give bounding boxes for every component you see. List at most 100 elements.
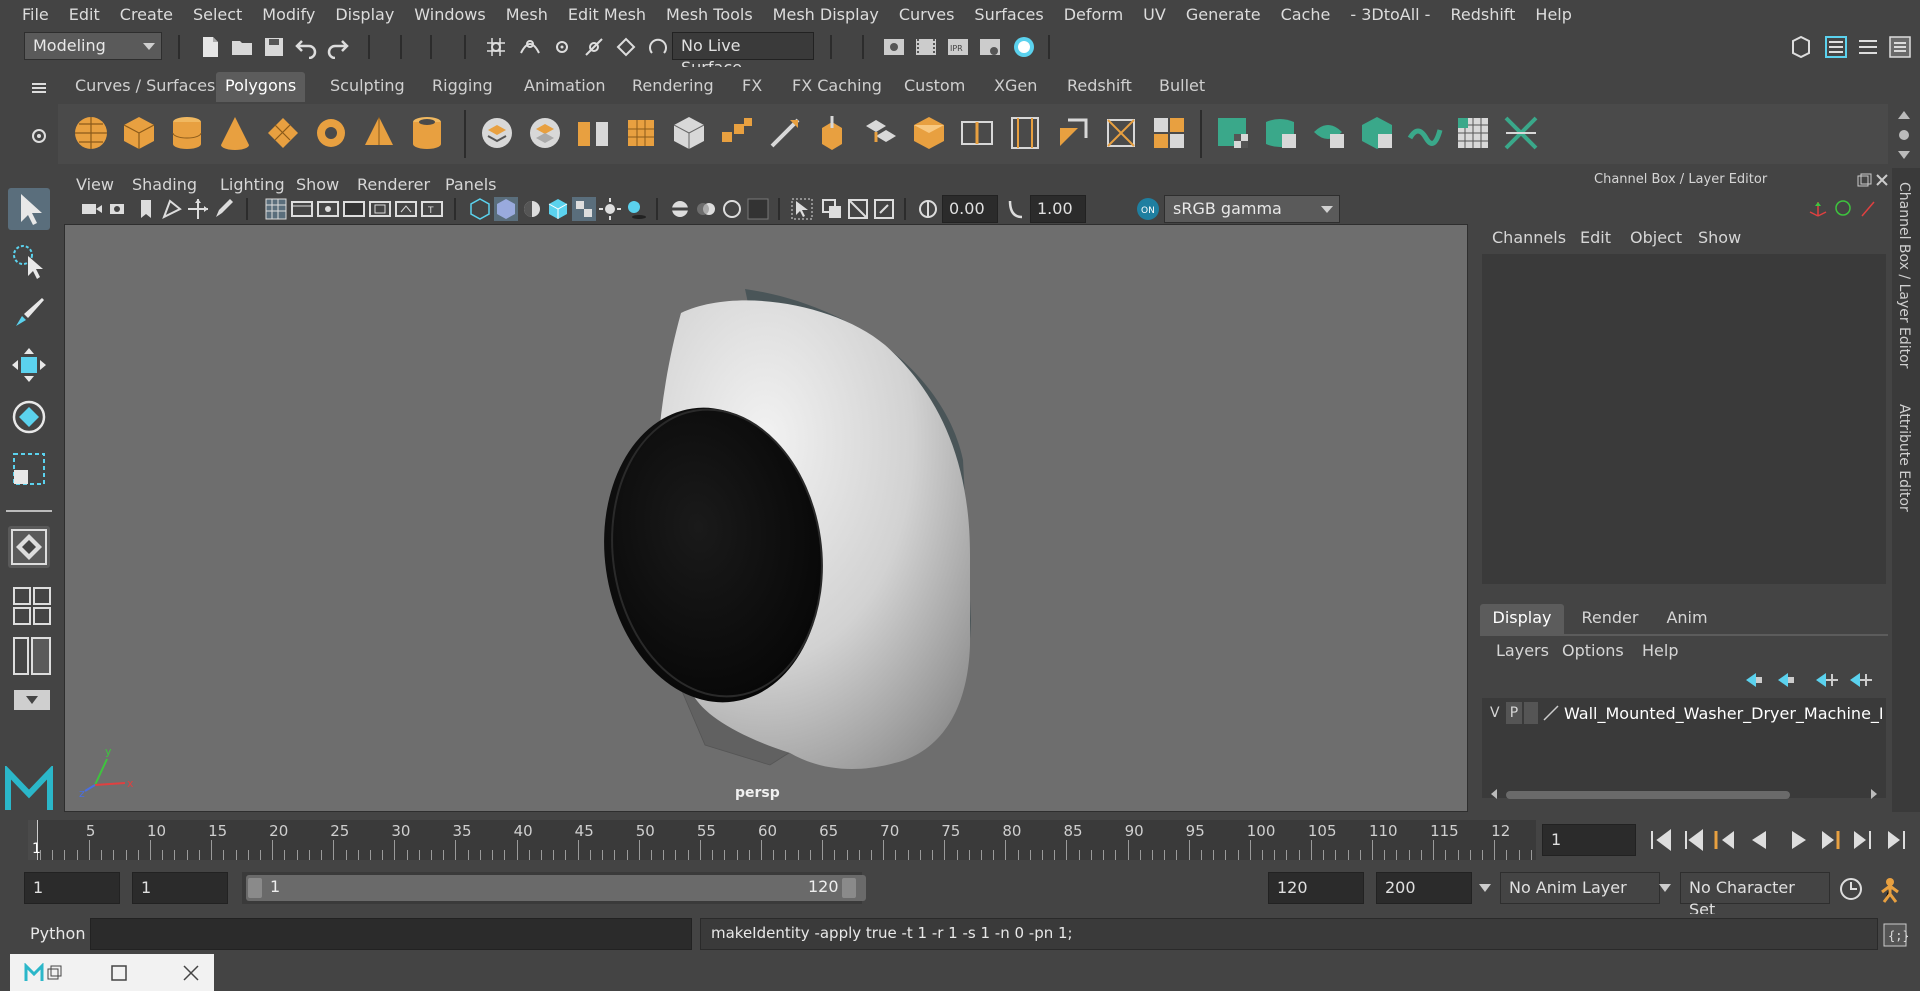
shelf-menu-icon[interactable] bbox=[30, 79, 48, 97]
ipr-render-icon[interactable]: IPR bbox=[946, 35, 970, 59]
chevron-down-icon[interactable] bbox=[1478, 882, 1492, 894]
insert-edge-loop-icon[interactable] bbox=[958, 114, 996, 152]
step-forward-key-icon[interactable] bbox=[1822, 831, 1840, 849]
depth-of-field-icon[interactable] bbox=[746, 197, 770, 221]
step-forward-icon[interactable] bbox=[1854, 831, 1871, 849]
menu-edit[interactable]: Edit bbox=[59, 5, 110, 24]
render-settings-icon[interactable] bbox=[978, 35, 1002, 59]
mirror-icon[interactable] bbox=[574, 114, 612, 152]
unfold-uv-icon[interactable] bbox=[1406, 114, 1444, 152]
smooth-shade-icon[interactable] bbox=[494, 197, 518, 221]
move-tool[interactable] bbox=[8, 344, 50, 386]
resolution-gate-icon[interactable] bbox=[316, 197, 340, 221]
viewport-menu-panels[interactable]: Panels bbox=[445, 175, 497, 194]
play-backwards-icon[interactable] bbox=[1752, 831, 1766, 849]
target-weld-icon[interactable] bbox=[1102, 114, 1140, 152]
bookmark-icon[interactable] bbox=[134, 197, 158, 221]
undo-icon[interactable] bbox=[294, 35, 318, 59]
bridge-icon[interactable] bbox=[862, 114, 900, 152]
view-transform-dropdown[interactable]: sRGB gamma bbox=[1164, 195, 1340, 223]
layer-playback-toggle[interactable]: P bbox=[1506, 702, 1522, 724]
channels-menu[interactable]: Channels bbox=[1492, 228, 1566, 247]
anti-aliasing-icon[interactable] bbox=[720, 197, 744, 221]
poly-plane-icon[interactable] bbox=[264, 114, 302, 152]
chevron-down-icon[interactable] bbox=[1658, 882, 1672, 894]
combine-icon[interactable] bbox=[478, 114, 516, 152]
isolate-select-icon[interactable] bbox=[790, 197, 814, 221]
shelf-tab-redshift[interactable]: Redshift bbox=[1058, 72, 1141, 102]
anim-layer-dropdown[interactable]: No Anim Layer bbox=[1500, 872, 1660, 904]
scroll-left-icon[interactable] bbox=[1488, 788, 1500, 800]
menu-uv[interactable]: UV bbox=[1133, 5, 1176, 24]
menu-display[interactable]: Display bbox=[325, 5, 404, 24]
ambient-occlusion-icon[interactable] bbox=[668, 197, 692, 221]
open-scene-icon[interactable] bbox=[230, 35, 254, 59]
color-management-toggle-icon[interactable]: ON bbox=[1136, 197, 1160, 221]
menu-curves[interactable]: Curves bbox=[889, 5, 965, 24]
menu-mesh[interactable]: Mesh bbox=[496, 5, 558, 24]
shelf-tab-sculpting[interactable]: Sculpting bbox=[321, 72, 414, 102]
poly-pipe-icon[interactable] bbox=[408, 114, 446, 152]
gamma-field[interactable]: 1.00 bbox=[1030, 195, 1086, 223]
play-forwards-icon[interactable] bbox=[1792, 831, 1806, 849]
menu-set-dropdown[interactable]: Modeling bbox=[24, 32, 162, 60]
end-time-field[interactable]: 200 bbox=[1376, 872, 1472, 904]
separate-icon[interactable] bbox=[526, 114, 564, 152]
make-live-icon[interactable] bbox=[646, 35, 670, 59]
hypershade-icon[interactable] bbox=[1012, 35, 1036, 59]
scale-tool[interactable] bbox=[8, 448, 50, 490]
viewport-menu-lighting[interactable]: Lighting bbox=[220, 175, 285, 194]
shelf-options-icon[interactable] bbox=[1896, 127, 1912, 143]
scroll-right-icon[interactable] bbox=[1868, 788, 1880, 800]
layer-help-menu[interactable]: Help bbox=[1642, 641, 1678, 660]
layer-options-menu[interactable]: Options bbox=[1562, 641, 1624, 660]
viewport-menu-show[interactable]: Show bbox=[296, 175, 339, 194]
restore-window-icon[interactable] bbox=[46, 964, 64, 982]
wireframe-on-shaded-icon[interactable] bbox=[546, 197, 570, 221]
poly-pyramid-icon[interactable] bbox=[360, 114, 398, 152]
layer-row[interactable]: V P Wall_Mounted_Washer_Dryer_Machine_Da bbox=[1482, 702, 1886, 728]
command-input[interactable] bbox=[90, 918, 692, 950]
2d-pan-zoom-icon[interactable] bbox=[186, 197, 210, 221]
menu-help[interactable]: Help bbox=[1525, 5, 1581, 24]
range-slider-handle[interactable] bbox=[246, 875, 866, 901]
grease-pencil-icon[interactable] bbox=[212, 197, 236, 221]
toggle-tool-settings-icon[interactable] bbox=[1856, 35, 1880, 59]
auto-key-icon[interactable] bbox=[1838, 876, 1864, 902]
snap-projected-icon[interactable] bbox=[582, 35, 606, 59]
toggle-channel-box-icon[interactable] bbox=[1888, 35, 1912, 59]
shelf-tab-curves-surfaces[interactable]: Curves / Surfaces bbox=[66, 72, 224, 102]
viewport-menu-renderer[interactable]: Renderer bbox=[357, 175, 430, 194]
menu-mesh-display[interactable]: Mesh Display bbox=[763, 5, 889, 24]
menu-mesh-tools[interactable]: Mesh Tools bbox=[656, 5, 763, 24]
camera-attributes-icon[interactable] bbox=[108, 197, 132, 221]
start-time-field[interactable]: 1 bbox=[24, 872, 120, 904]
channel-edit-menu[interactable]: Edit bbox=[1580, 228, 1611, 247]
gate-mask-icon[interactable] bbox=[342, 197, 366, 221]
range-slider-right-grip[interactable] bbox=[842, 878, 856, 898]
playback-start-field[interactable]: 1 bbox=[132, 872, 228, 904]
layer-tab-render[interactable]: Render bbox=[1572, 604, 1648, 634]
menu-deform[interactable]: Deform bbox=[1054, 5, 1133, 24]
film-gate-icon[interactable] bbox=[290, 197, 314, 221]
paint-select-tool[interactable] bbox=[8, 292, 50, 334]
safe-title-icon[interactable]: T bbox=[420, 197, 444, 221]
range-slider-left-grip[interactable] bbox=[248, 878, 262, 898]
menu-generate[interactable]: Generate bbox=[1176, 5, 1271, 24]
render-frame-icon[interactable] bbox=[882, 35, 906, 59]
automatic-uv-icon[interactable] bbox=[1358, 114, 1396, 152]
poly-cylinder-icon[interactable] bbox=[168, 114, 206, 152]
spherical-uv-icon[interactable] bbox=[1310, 114, 1348, 152]
channel-object-menu[interactable]: Object bbox=[1630, 228, 1682, 247]
motion-blur-icon[interactable] bbox=[694, 197, 718, 221]
bevel-icon[interactable] bbox=[910, 114, 948, 152]
camera-icon[interactable] bbox=[80, 197, 104, 221]
poly-sphere-icon[interactable] bbox=[72, 114, 110, 152]
shelf-tab-animation[interactable]: Animation bbox=[515, 72, 615, 102]
shelf-tab-fx[interactable]: FX bbox=[733, 72, 771, 102]
shelf-gear-icon[interactable] bbox=[30, 127, 48, 145]
viewport-menu-shading[interactable]: Shading bbox=[132, 175, 197, 194]
uv-editor-icon[interactable] bbox=[1454, 114, 1492, 152]
shelf-tab-rendering[interactable]: Rendering bbox=[623, 72, 723, 102]
playback-end-field[interactable]: 120 bbox=[1268, 872, 1364, 904]
